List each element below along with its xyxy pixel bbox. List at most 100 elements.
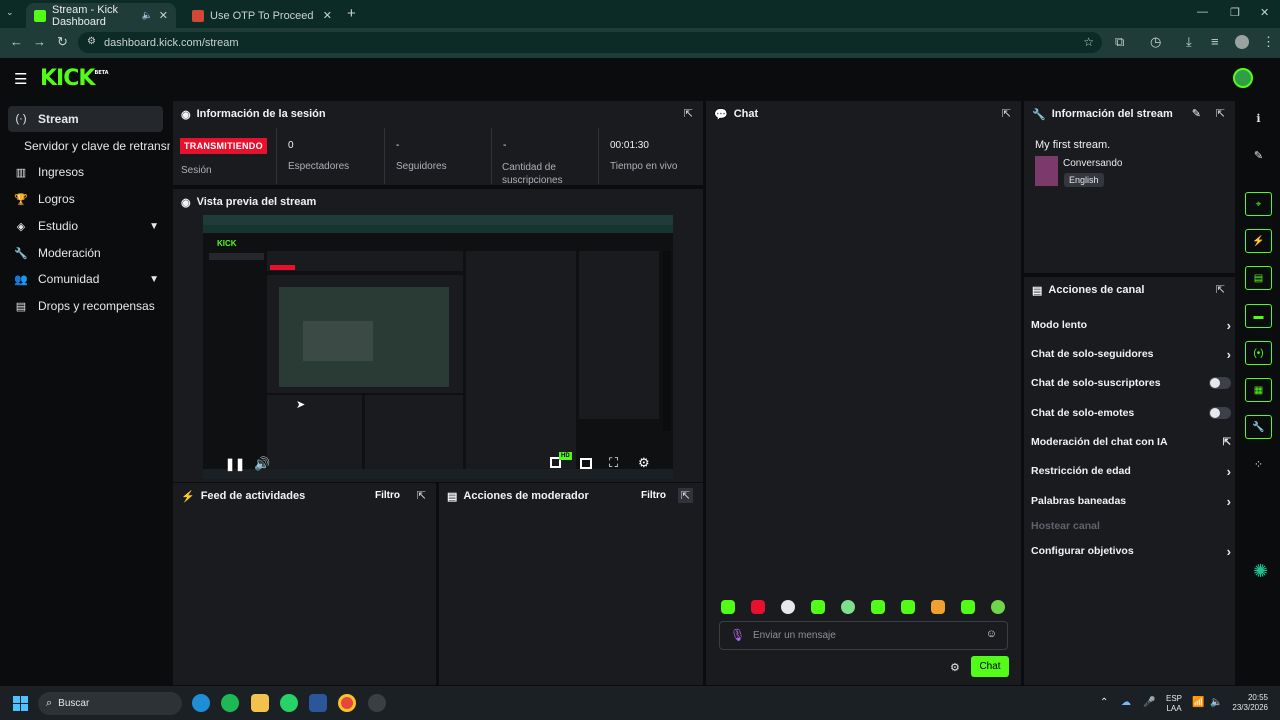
screenshot-icon[interactable]: ⌖ xyxy=(1245,192,1272,216)
sidebar-item-ingresos[interactable]: ▥ Ingresos xyxy=(8,159,163,185)
clock[interactable]: 20:55 23/3/2026 xyxy=(1230,693,1268,713)
chat-bubble-icon[interactable]: ▬ xyxy=(1245,304,1272,328)
broadcast-icon[interactable]: (•) xyxy=(1245,341,1272,365)
popout-icon[interactable]: ⇱ xyxy=(677,488,693,503)
reading-list-icon[interactable]: ≡ xyxy=(1211,34,1219,49)
edit-pencil-icon[interactable]: ✎ xyxy=(1192,107,1201,120)
action-subscribers-only[interactable]: Chat de solo-suscriptores xyxy=(1031,373,1231,393)
sidebar-item-estudio[interactable]: ◈ Estudio ▼ xyxy=(8,213,163,239)
forward-icon[interactable]: → xyxy=(33,34,46,49)
browser-menu-icon[interactable]: ⋮ xyxy=(1262,34,1275,50)
language-indicator[interactable]: ESP LAA xyxy=(1166,694,1182,714)
info-icon[interactable]: ℹ xyxy=(1245,106,1272,130)
popout-icon[interactable]: ⇱ xyxy=(1216,107,1225,120)
wifi-icon[interactable]: 📶 xyxy=(1192,697,1204,708)
stream-video[interactable]: KICK xyxy=(203,215,673,479)
sidebar-item-stream[interactable]: (·) Stream xyxy=(8,106,163,132)
action-configure-goals[interactable]: Configurar objetivos › xyxy=(1031,541,1231,561)
extensions-icon[interactable]: ⧉ xyxy=(1115,34,1124,50)
windows-start-icon[interactable] xyxy=(13,696,28,711)
emote-icon[interactable] xyxy=(961,600,975,614)
popout-icon[interactable]: ⇱ xyxy=(417,489,426,502)
action-followers-only[interactable]: Chat de solo-seguidores › xyxy=(1031,344,1231,364)
filter-button[interactable]: Filtro xyxy=(641,490,666,501)
close-window-icon[interactable]: ✕ xyxy=(1260,6,1269,19)
restore-icon[interactable]: ❐ xyxy=(1230,6,1240,19)
assistant-icon[interactable]: ✺ xyxy=(1253,561,1268,582)
chevron-down-icon[interactable]: ▼ xyxy=(149,221,159,232)
send-chat-button[interactable]: Chat xyxy=(971,656,1009,677)
spotify-icon[interactable] xyxy=(221,694,239,712)
theater-icon[interactable] xyxy=(580,458,592,469)
action-banned-words[interactable]: Palabras baneadas › xyxy=(1031,491,1231,511)
reload-icon[interactable]: ↻ xyxy=(57,34,68,50)
taskbar-search[interactable]: ⌕ Buscar xyxy=(38,692,182,715)
emote-icon[interactable] xyxy=(721,600,735,614)
edge-icon[interactable] xyxy=(192,694,210,712)
emote-icon[interactable] xyxy=(781,600,795,614)
popout-icon[interactable]: ⇱ xyxy=(1002,107,1011,120)
back-icon[interactable]: ← xyxy=(10,34,23,49)
clipboard-icon[interactable]: ▤ xyxy=(1245,266,1272,290)
tray-chevron-icon[interactable]: ⌃ xyxy=(1100,697,1108,708)
emote-icon[interactable] xyxy=(901,600,915,614)
onedrive-icon[interactable]: ☁ xyxy=(1121,697,1131,708)
file-explorer-icon[interactable] xyxy=(251,694,269,712)
edit-pencil-icon[interactable]: ✎ xyxy=(1245,143,1272,167)
tab-stream-dashboard[interactable]: Stream - Kick Dashboard 🔈 ✕ xyxy=(26,3,176,28)
action-slow-mode[interactable]: Modo lento › xyxy=(1031,315,1231,335)
more-apps-icon[interactable]: ⁘ xyxy=(1245,452,1272,476)
action-emotes-only[interactable]: Chat de solo-emotes xyxy=(1031,403,1231,423)
mic-tray-icon[interactable]: 🎤 xyxy=(1143,697,1155,708)
emote-icon[interactable] xyxy=(751,600,765,614)
toggle-switch[interactable] xyxy=(1209,377,1231,389)
wrench-icon[interactable]: 🔧 xyxy=(1245,415,1272,439)
sidebar-item-server-key[interactable]: Servidor y clave de retransmi xyxy=(18,133,170,159)
emote-icon[interactable] xyxy=(841,600,855,614)
sidebar-item-drops[interactable]: ▤ Drops y recompensas xyxy=(8,293,163,319)
chrome-icon[interactable] xyxy=(338,694,356,712)
emote-icon[interactable] xyxy=(931,600,945,614)
new-tab-icon[interactable]: + xyxy=(347,5,356,22)
bolt-icon[interactable]: ⚡ xyxy=(1245,229,1272,253)
sidebar-item-comunidad[interactable]: 👥 Comunidad ▼ xyxy=(8,266,163,292)
download-icon[interactable]: ⤓ xyxy=(1186,34,1192,50)
emote-icon[interactable] xyxy=(811,600,825,614)
word-icon[interactable] xyxy=(309,694,327,712)
audio-icon[interactable]: 🔈 xyxy=(142,10,153,21)
popout-icon[interactable]: ⇱ xyxy=(1216,283,1225,296)
url-input[interactable]: ⚙ dashboard.kick.com/stream ☆ xyxy=(78,32,1102,53)
volume-tray-icon[interactable]: 🔈 xyxy=(1210,697,1222,708)
emote-icon[interactable] xyxy=(991,600,1005,614)
volume-icon[interactable]: 🔊 xyxy=(254,456,270,472)
action-ai-moderation[interactable]: Moderación del chat con IA ⇱ xyxy=(1031,432,1231,452)
tab-search-icon[interactable]: ⌄ xyxy=(6,7,14,18)
kick-logo[interactable]: KICKBETA xyxy=(40,66,109,91)
close-tab-icon[interactable]: ✕ xyxy=(159,9,168,22)
whatsapp-icon[interactable] xyxy=(280,694,298,712)
microphone-icon[interactable]: 🎙 xyxy=(730,628,745,642)
site-info-icon[interactable]: ⚙ xyxy=(87,36,96,47)
tab-otp[interactable]: Use OTP To Proceed - julian1ag ✕ xyxy=(184,3,340,28)
emoji-icon[interactable]: ☺ xyxy=(986,628,997,640)
emote-icon[interactable] xyxy=(871,600,885,614)
user-avatar[interactable] xyxy=(1233,68,1253,88)
filter-button[interactable]: Filtro xyxy=(375,490,400,501)
chevron-down-icon[interactable]: ▼ xyxy=(149,274,159,285)
layout-icon[interactable]: ▦ xyxy=(1245,378,1272,402)
minimize-icon[interactable]: — xyxy=(1197,6,1208,18)
toggle-switch[interactable] xyxy=(1209,407,1231,419)
pause-icon[interactable]: ❚❚ xyxy=(225,457,245,471)
history-icon[interactable]: ◷ xyxy=(1150,34,1161,50)
chat-input[interactable]: 🎙 Enviar un mensaje ☺ xyxy=(719,621,1008,650)
app-icon[interactable] xyxy=(368,694,386,712)
popout-icon[interactable]: ⇱ xyxy=(684,107,693,120)
sidebar-item-logros[interactable]: 🏆 Logros xyxy=(8,186,163,212)
sidebar-item-moderacion[interactable]: 🔧 Moderación xyxy=(8,240,163,266)
chat-settings-icon[interactable]: ⚙ xyxy=(950,661,960,674)
bookmark-star-icon[interactable]: ☆ xyxy=(1083,35,1094,49)
profile-avatar[interactable] xyxy=(1235,35,1249,49)
action-age-restriction[interactable]: Restricción de edad › xyxy=(1031,461,1231,481)
hamburger-menu-icon[interactable]: ☰ xyxy=(14,70,27,88)
fullscreen-icon[interactable]: ⛶ xyxy=(609,455,618,471)
